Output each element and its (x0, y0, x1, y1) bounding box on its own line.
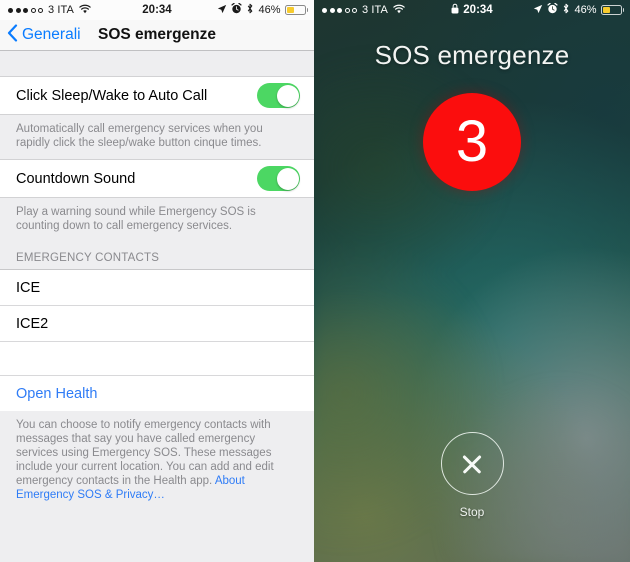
carrier-label: 3 ITA (362, 4, 388, 16)
sos-title: SOS emergenze (374, 40, 570, 70)
battery-icon (284, 5, 308, 15)
footnote-privacy: You can choose to notify emergency conta… (0, 411, 314, 511)
row-countdown-sound[interactable]: Countdown Sound (0, 159, 314, 198)
alarm-clock-icon (547, 2, 559, 17)
group-spacer (0, 51, 314, 76)
footnote-auto-call: Automatically call emergency services wh… (0, 115, 314, 159)
status-bar-right: 46% (533, 2, 624, 17)
battery-percent-label: 46% (258, 4, 281, 16)
status-bar-right: 46% (217, 2, 308, 17)
row-auto-call[interactable]: Click Sleep/Wake to Auto Call (0, 76, 314, 115)
list-item-contact-ice[interactable]: ICE (0, 269, 314, 305)
wifi-icon (79, 4, 91, 17)
list-item-contact-empty[interactable] (0, 341, 314, 375)
navigation-bar: Generali SOS emergenze (0, 20, 314, 51)
signal-strength-icon (8, 7, 43, 13)
status-bar-dark: 3 ITA 20:34 46% (314, 0, 630, 20)
row-auto-call-label: Click Sleep/Wake to Auto Call (16, 87, 208, 104)
stop-button[interactable] (440, 432, 504, 495)
footnote-countdown-sound: Play a warning sound while Emergency SOS… (0, 198, 314, 242)
close-x-icon (460, 452, 484, 476)
stop-control: Stop (314, 432, 630, 519)
status-bar-time: 20:34 (463, 4, 493, 16)
toggle-auto-call[interactable] (257, 83, 300, 108)
location-arrow-icon (533, 4, 543, 17)
screenshot-root: 3 ITA 20:34 46% Generali SOS emergenze C… (0, 0, 630, 562)
open-health-button[interactable]: Open Health (0, 375, 314, 411)
lock-icon (451, 3, 459, 17)
section-header-emergency-contacts: EMERGENCY CONTACTS (0, 242, 314, 269)
battery-percent-label: 46% (574, 4, 597, 16)
row-countdown-sound-label: Countdown Sound (16, 170, 136, 187)
contact-label: ICE (16, 279, 41, 296)
lockscreen-sos-panel: 3 ITA 20:34 46% SOS emergenze 3 Stop (314, 0, 630, 562)
stop-button-label: Stop (459, 505, 485, 519)
list-item-contact-ice2[interactable]: ICE2 (0, 305, 314, 341)
signal-strength-icon (322, 7, 357, 13)
wifi-icon (393, 4, 405, 17)
bluetooth-icon (246, 3, 254, 17)
back-button-label: Generali (22, 26, 81, 43)
carrier-label: 3 ITA (48, 4, 74, 16)
open-health-label: Open Health (16, 385, 98, 402)
status-bar-left: 3 ITA (8, 4, 91, 17)
status-bar-time: 20:34 (142, 4, 172, 16)
bottom-spacer (0, 511, 314, 562)
status-bar-left: 3 ITA (322, 4, 405, 17)
countdown-circle: 3 (423, 93, 521, 191)
toggle-countdown-sound[interactable] (257, 166, 300, 191)
countdown-container: 3 (314, 93, 630, 191)
location-arrow-icon (217, 4, 227, 17)
settings-panel: 3 ITA 20:34 46% Generali SOS emergenze C… (0, 0, 314, 562)
bluetooth-icon (562, 3, 570, 17)
chevron-left-icon (7, 23, 18, 47)
back-button[interactable]: Generali (0, 23, 81, 47)
battery-icon (600, 5, 624, 15)
contact-label: ICE2 (16, 315, 49, 332)
alarm-clock-icon (231, 2, 243, 17)
status-bar-light: 3 ITA 20:34 46% (0, 0, 314, 20)
